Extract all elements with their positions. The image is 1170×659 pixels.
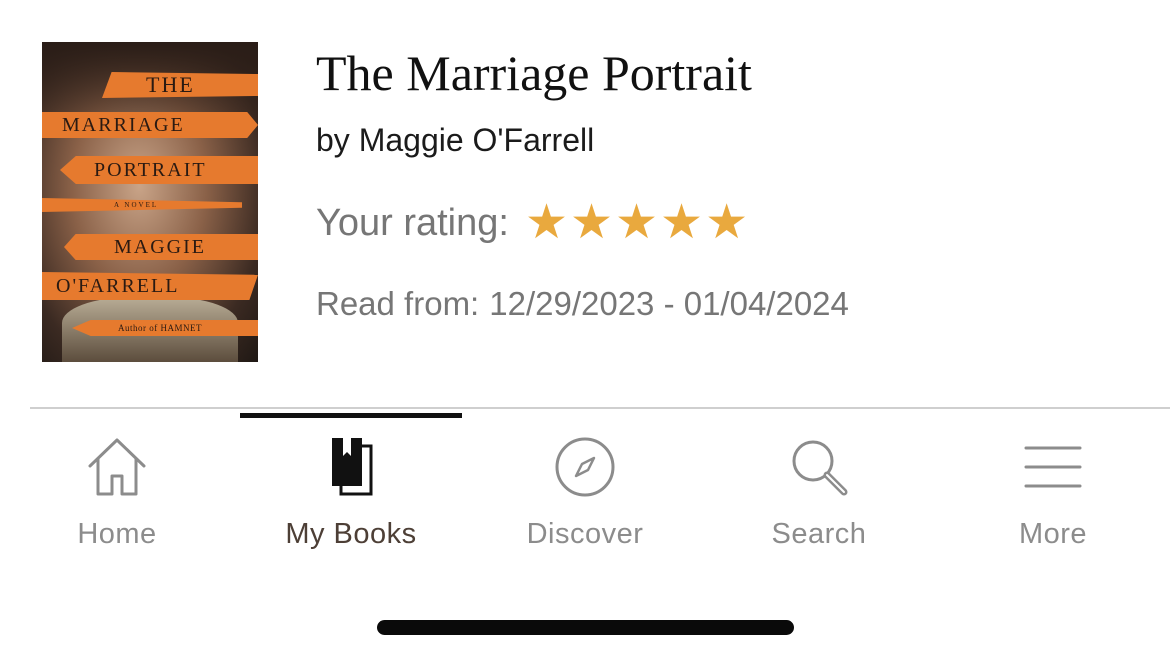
star-rating[interactable]: ★★★★★	[525, 199, 750, 247]
star-icon[interactable]: ★	[570, 196, 613, 249]
read-dates-range: 12/29/2023 - 01/04/2024	[489, 285, 849, 322]
book-row[interactable]: THE MARRIAGE PORTRAIT A NOVEL MAGGIE O'F…	[0, 0, 1170, 408]
star-icon[interactable]: ★	[615, 196, 658, 249]
compass-icon	[555, 437, 615, 497]
book-author[interactable]: by Maggie O'Farrell	[316, 122, 594, 159]
active-tab-indicator	[240, 413, 462, 418]
tab-label: Home	[77, 518, 157, 550]
tab-more[interactable]: More	[936, 420, 1170, 570]
tab-home[interactable]: Home	[0, 420, 234, 570]
tab-label: Discover	[526, 518, 644, 550]
cover-title-line: MARRIAGE	[42, 112, 258, 138]
cover-subtitle: A NOVEL	[42, 198, 242, 212]
cover-title-line: PORTRAIT	[60, 156, 258, 184]
tab-bar-divider	[30, 407, 1170, 409]
rating-label: Your rating:	[316, 201, 509, 244]
tab-discover[interactable]: Discover	[468, 420, 702, 570]
tab-search[interactable]: Search	[702, 420, 936, 570]
tab-label: My Books	[285, 518, 417, 550]
book-cover[interactable]: THE MARRIAGE PORTRAIT A NOVEL MAGGIE O'F…	[42, 42, 258, 362]
cover-tagline: Author of HAMNET	[72, 320, 258, 336]
tab-label: Search	[771, 518, 867, 550]
star-icon[interactable]: ★	[660, 196, 703, 249]
tab-my-books[interactable]: My Books	[234, 420, 468, 570]
menu-icon	[1024, 446, 1082, 488]
search-icon	[792, 440, 848, 496]
rating-row: Your rating: ★★★★★	[316, 198, 750, 248]
cover-author-line: O'FARRELL	[42, 272, 258, 300]
star-icon[interactable]: ★	[525, 196, 568, 249]
cover-author-line: MAGGIE	[64, 234, 258, 260]
home-indicator[interactable]	[377, 620, 794, 635]
book-title[interactable]: The Marriage Portrait	[316, 44, 752, 102]
read-dates-label: Read from:	[316, 285, 480, 322]
my-books-icon	[332, 438, 373, 496]
read-dates: Read from: 12/29/2023 - 01/04/2024	[316, 285, 859, 323]
home-icon	[88, 438, 146, 496]
star-icon[interactable]: ★	[705, 196, 748, 249]
cover-title-line: THE	[102, 72, 258, 98]
tab-label: More	[1018, 518, 1088, 550]
